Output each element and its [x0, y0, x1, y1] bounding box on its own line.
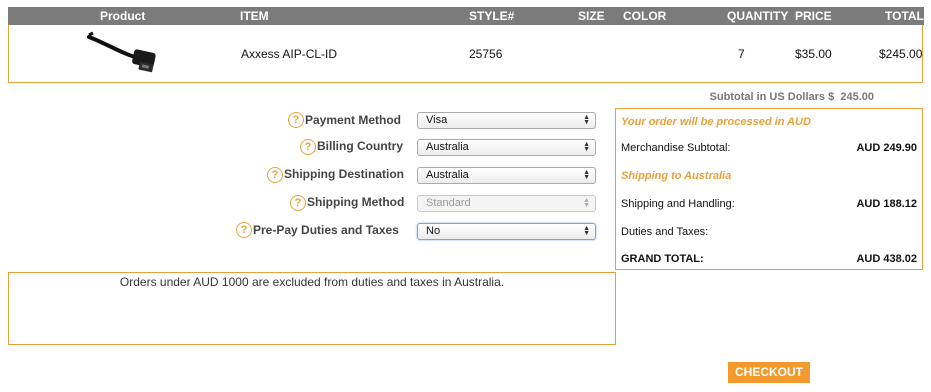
prepay-duties-label: Pre-Pay Duties and Taxes: [253, 223, 399, 237]
col-total: TOTAL: [885, 9, 924, 23]
billing-country-select[interactable]: Australia ▲ ▼: [417, 139, 596, 156]
subtotal-line: Subtotal in US Dollars $ 245.00: [710, 91, 874, 103]
col-size: SIZE: [578, 9, 605, 23]
subtotal-label: Subtotal in US Dollars $: [709, 91, 835, 103]
col-color: COLOR: [623, 9, 667, 23]
shipping-handling-label: Shipping and Handling:: [621, 198, 735, 210]
shipping-destination-select[interactable]: Australia ▲ ▼: [417, 167, 596, 184]
payment-method-value: Visa: [426, 114, 448, 126]
prepay-duties-select[interactable]: No ▲ ▼: [417, 223, 596, 240]
checkout-button[interactable]: CHECKOUT: [728, 362, 810, 383]
col-price: PRICE: [795, 9, 832, 23]
shipping-destination-help-icon[interactable]: ?: [267, 167, 283, 183]
shipping-method-help-icon[interactable]: ?: [290, 195, 306, 211]
col-product: Product: [100, 9, 146, 23]
select-arrows-icon: ▲ ▼: [583, 114, 590, 126]
cart-row: Axxess AIP-CL-ID 25756 7 $35.00 $245.00: [8, 25, 923, 83]
merch-subtotal-label: Merchandise Subtotal:: [621, 142, 731, 154]
notice-box: Orders under AUD 1000 are excluded from …: [8, 272, 616, 345]
col-style: STYLE#: [469, 9, 515, 23]
duties-notice: Orders under AUD 1000 are excluded from …: [119, 275, 505, 289]
subtotal-value: 245.00: [840, 91, 874, 103]
col-quantity: QUANTITY: [727, 9, 789, 23]
duties-taxes-label: Duties and Taxes:: [621, 226, 709, 238]
billing-country-value: Australia: [426, 141, 469, 153]
select-arrows-icon: ▲ ▼: [583, 225, 590, 237]
merch-subtotal-value: AUD 249.90: [856, 142, 917, 154]
prepay-duties-help-icon[interactable]: ?: [236, 222, 252, 238]
shipping-destination-label: Shipping Destination: [284, 167, 404, 181]
select-arrows-icon: ▲ ▼: [583, 169, 590, 181]
shipping-method-select: Standard ▲ ▼: [417, 195, 596, 212]
order-summary: Your order will be processed in AUD Merc…: [615, 108, 923, 270]
select-arrows-icon: ▲ ▼: [583, 197, 590, 209]
billing-country-help-icon[interactable]: ?: [300, 139, 316, 155]
payment-method-select[interactable]: Visa ▲ ▼: [417, 112, 596, 129]
item-style: 25756: [469, 47, 503, 61]
shipping-note: Shipping to Australia: [621, 170, 732, 182]
item-quantity: 7: [738, 47, 745, 61]
item-price: $35.00: [795, 47, 832, 61]
billing-country-label: Billing Country: [317, 139, 403, 153]
currency-note: Your order will be processed in AUD: [621, 116, 811, 128]
item-name: Axxess AIP-CL-ID: [241, 47, 338, 61]
item-total: $245.00: [879, 47, 923, 61]
select-arrows-icon: ▲ ▼: [583, 141, 590, 153]
payment-method-help-icon[interactable]: ?: [288, 112, 304, 128]
col-item: ITEM: [240, 9, 269, 23]
prepay-duties-value: No: [426, 225, 441, 237]
shipping-destination-value: Australia: [426, 169, 469, 181]
payment-method-label: Payment Method: [305, 113, 402, 127]
shipping-method-label: Shipping Method: [307, 195, 405, 209]
shipping-handling-value: AUD 188.12: [856, 198, 917, 210]
cart-header: Product ITEM STYLE# SIZE COLOR QUANTITY …: [8, 7, 924, 25]
grand-total-label: GRAND TOTAL:: [621, 253, 704, 265]
product-image: [87, 31, 156, 73]
shipping-method-value: Standard: [426, 197, 471, 209]
grand-total-value: AUD 438.02: [856, 253, 917, 265]
